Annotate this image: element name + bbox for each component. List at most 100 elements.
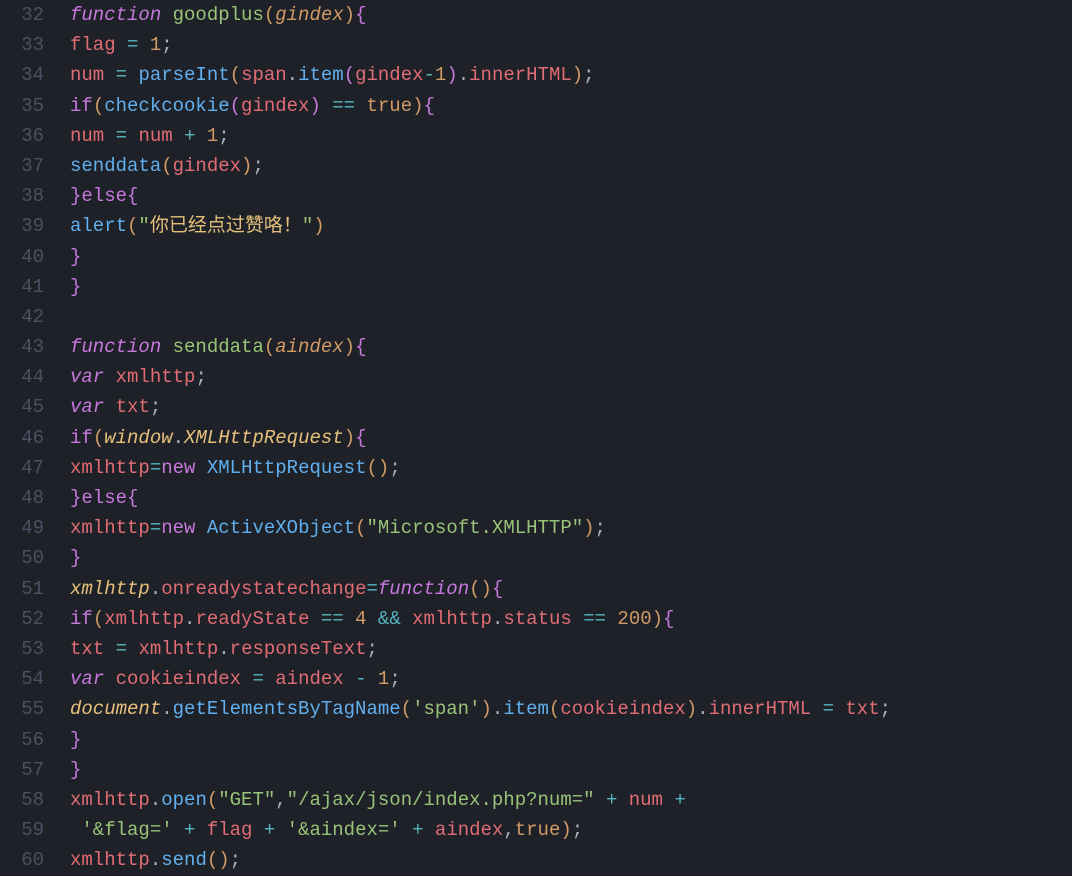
token: xmlhttp bbox=[70, 517, 150, 539]
code-line[interactable]: } bbox=[70, 272, 1072, 302]
line-number: 51 bbox=[0, 574, 44, 604]
token: = bbox=[252, 668, 263, 690]
line-number: 34 bbox=[0, 60, 44, 90]
line-number: 54 bbox=[0, 664, 44, 694]
code-line[interactable]: } bbox=[70, 725, 1072, 755]
code-line[interactable]: '&flag=' + flag + '&aindex=' + aindex,tr… bbox=[70, 815, 1072, 845]
token bbox=[344, 668, 355, 690]
code-line[interactable]: var txt; bbox=[70, 392, 1072, 422]
token: . bbox=[150, 578, 161, 600]
token bbox=[104, 125, 115, 147]
line-number: 46 bbox=[0, 423, 44, 453]
code-line[interactable]: xmlhttp.onreadystatechange=function(){ bbox=[70, 574, 1072, 604]
token: cookieindex bbox=[560, 698, 685, 720]
line-number: 41 bbox=[0, 272, 44, 302]
code-line[interactable]: num = num + 1; bbox=[70, 121, 1072, 151]
code-line[interactable]: senddata(gindex); bbox=[70, 151, 1072, 181]
token bbox=[321, 95, 332, 117]
token: ( bbox=[207, 789, 218, 811]
code-line[interactable]: var cookieindex = aindex - 1; bbox=[70, 664, 1072, 694]
code-line[interactable]: num = parseInt(span.item(gindex-1).inner… bbox=[70, 60, 1072, 90]
token: XMLHttpRequest bbox=[207, 457, 367, 479]
token: send bbox=[161, 849, 207, 871]
code-line[interactable]: } bbox=[70, 543, 1072, 573]
code-line[interactable]: document.getElementsByTagName('span').it… bbox=[70, 694, 1072, 724]
code-editor[interactable]: 3233343536373839404142434445464748495051… bbox=[0, 0, 1072, 876]
token: num bbox=[70, 64, 104, 86]
token bbox=[367, 608, 378, 630]
code-line[interactable]: xmlhttp.open("GET","/ajax/json/index.php… bbox=[70, 785, 1072, 815]
token: ; bbox=[572, 819, 583, 841]
code-line[interactable]: var xmlhttp; bbox=[70, 362, 1072, 392]
code-line[interactable]: if(checkcookie(gindex) == true){ bbox=[70, 91, 1072, 121]
token bbox=[264, 668, 275, 690]
code-line[interactable]: xmlhttp=new ActiveXObject("Microsoft.XML… bbox=[70, 513, 1072, 543]
token: open bbox=[161, 789, 207, 811]
token bbox=[344, 608, 355, 630]
code-line[interactable]: }else{ bbox=[70, 181, 1072, 211]
code-line[interactable]: }else{ bbox=[70, 483, 1072, 513]
token: span bbox=[241, 64, 287, 86]
token: - bbox=[424, 64, 435, 86]
token: . bbox=[697, 698, 708, 720]
code-line[interactable]: if(window.XMLHttpRequest){ bbox=[70, 423, 1072, 453]
token: aindex bbox=[275, 668, 343, 690]
token: ; bbox=[389, 668, 400, 690]
token: ( bbox=[401, 698, 412, 720]
token: . bbox=[218, 638, 229, 660]
token: xmlhttp bbox=[104, 608, 184, 630]
token: ) bbox=[313, 215, 324, 237]
token: cookieindex bbox=[116, 668, 241, 690]
code-line[interactable]: function senddata(aindex){ bbox=[70, 332, 1072, 362]
token: = bbox=[127, 34, 138, 56]
token: = bbox=[150, 457, 161, 479]
code-line[interactable]: txt = xmlhttp.responseText; bbox=[70, 634, 1072, 664]
code-line[interactable]: if(xmlhttp.readyState == 4 && xmlhttp.st… bbox=[70, 604, 1072, 634]
token: { bbox=[355, 427, 366, 449]
token: ; bbox=[230, 849, 241, 871]
token: flag bbox=[70, 34, 116, 56]
token: '&flag=' bbox=[81, 819, 172, 841]
token: . bbox=[173, 427, 184, 449]
token: xmlhttp bbox=[70, 457, 150, 479]
token: if bbox=[70, 427, 93, 449]
line-number: 53 bbox=[0, 634, 44, 664]
token: . bbox=[492, 698, 503, 720]
code-line[interactable]: } bbox=[70, 242, 1072, 272]
token: { bbox=[127, 487, 138, 509]
code-line[interactable] bbox=[70, 302, 1072, 332]
token bbox=[811, 698, 822, 720]
token: } bbox=[70, 729, 81, 751]
line-number: 45 bbox=[0, 392, 44, 422]
token: ; bbox=[880, 698, 891, 720]
token: ) bbox=[344, 4, 355, 26]
code-line[interactable]: flag = 1; bbox=[70, 30, 1072, 60]
token: if bbox=[70, 608, 93, 630]
token bbox=[161, 336, 172, 358]
token: ) bbox=[481, 578, 492, 600]
token: function bbox=[378, 578, 469, 600]
token: gindex bbox=[241, 95, 309, 117]
code-line[interactable]: xmlhttp.send(); bbox=[70, 845, 1072, 875]
token: + bbox=[412, 819, 423, 841]
token: innerHTML bbox=[709, 698, 812, 720]
token: ) bbox=[344, 336, 355, 358]
token bbox=[127, 125, 138, 147]
line-number: 47 bbox=[0, 453, 44, 483]
code-line[interactable]: function goodplus(gindex){ bbox=[70, 0, 1072, 30]
code-line[interactable]: alert("你已经点过赞咯！") bbox=[70, 211, 1072, 241]
code-line[interactable]: } bbox=[70, 755, 1072, 785]
token: ( bbox=[367, 457, 378, 479]
token: num bbox=[70, 125, 104, 147]
token bbox=[595, 789, 606, 811]
token: else bbox=[81, 487, 127, 509]
token bbox=[104, 638, 115, 660]
code-line[interactable]: xmlhttp=new XMLHttpRequest(); bbox=[70, 453, 1072, 483]
token: flag bbox=[207, 819, 253, 841]
token: ( bbox=[264, 336, 275, 358]
token: true bbox=[515, 819, 561, 841]
token: senddata bbox=[173, 336, 264, 358]
token: "Microsoft.XMLHTTP" bbox=[367, 517, 584, 539]
token bbox=[195, 819, 206, 841]
code-area[interactable]: function goodplus(gindex){flag = 1;num =… bbox=[60, 0, 1072, 876]
